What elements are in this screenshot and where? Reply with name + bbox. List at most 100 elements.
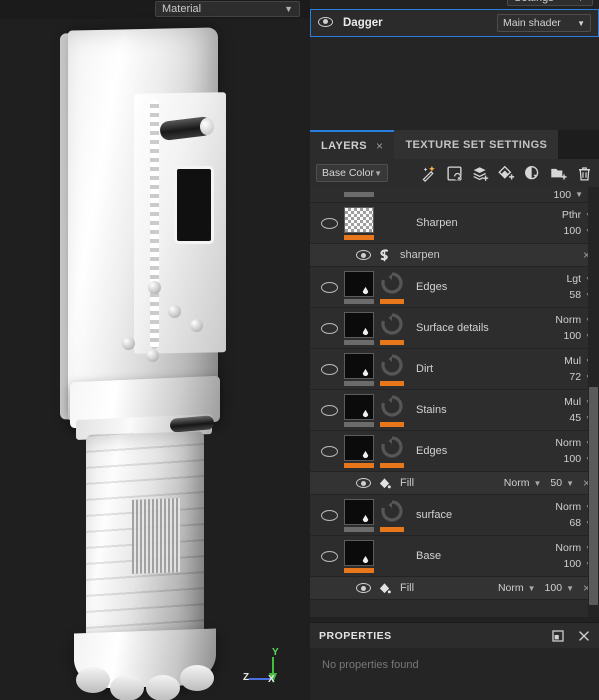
table-row[interactable]: Dirt Mul ▼ 72 ▼ — [310, 349, 599, 390]
smart-mask-icon[interactable] — [446, 165, 463, 182]
properties-body: No properties found — [310, 648, 599, 700]
eye-off-icon — [320, 217, 338, 229]
dock-icon[interactable] — [552, 629, 564, 642]
scrollbar-thumb[interactable] — [589, 387, 598, 605]
close-icon[interactable] — [578, 630, 590, 642]
mask-circle-icon — [381, 271, 403, 294]
delete-icon[interactable] — [576, 165, 593, 182]
magic-wand-icon[interactable] — [420, 165, 437, 182]
material-mode-dropdown[interactable]: Material ▼ — [155, 1, 300, 17]
layer-mask[interactable] — [380, 271, 408, 304]
chevron-down-icon: ▼ — [575, 0, 586, 6]
effect-blend-mode[interactable]: Norm ▼ — [498, 582, 536, 594]
effect-visibility-toggle[interactable] — [352, 250, 374, 260]
table-row[interactable]: Sharpen Pthr ▼ 100 ▼ — [310, 203, 599, 244]
add-layer-icon[interactable] — [472, 165, 489, 182]
effect-name[interactable]: sharpen — [394, 249, 583, 261]
layer-name[interactable]: surface — [412, 509, 535, 521]
layer-mask[interactable] — [380, 394, 408, 427]
layer-visibility-toggle[interactable] — [314, 217, 344, 229]
list-item[interactable]: sharpen × — [310, 244, 599, 267]
table-row[interactable]: surface Norm ▼ 68 ▼ — [310, 495, 599, 536]
table-row[interactable]: Edges Lgt ▼ 58 ▼ — [310, 267, 599, 308]
layer-thumb-bar — [344, 234, 374, 240]
eye-off-icon — [320, 509, 338, 521]
axis-gizmo[interactable]: Y Z X — [243, 647, 303, 700]
close-icon[interactable]: × — [376, 139, 383, 153]
layer-thumbnail[interactable] — [344, 498, 374, 532]
shader-dropdown[interactable]: Main shader ▼ — [497, 14, 591, 32]
texture-set-header[interactable]: Dagger Main shader ▼ — [310, 9, 599, 37]
layer-thumbnail[interactable] — [344, 352, 374, 386]
list-item[interactable]: Fill Norm ▼ 100 ▼ × — [310, 577, 599, 600]
layer-visibility-toggle[interactable] — [314, 281, 344, 293]
layer-mask[interactable] — [380, 499, 408, 532]
layer-visibility-toggle[interactable] — [314, 445, 344, 457]
layer-mask-bar — [380, 421, 404, 427]
axis-label-z: Z — [243, 672, 250, 683]
layer-visibility-toggle[interactable] — [314, 363, 344, 375]
3d-viewport[interactable]: Material ▼ Y Z X — [0, 0, 310, 700]
model-stud — [146, 349, 159, 362]
layer-name[interactable]: Dirt — [412, 363, 535, 375]
layer-list-scrollbar[interactable] — [588, 187, 599, 617]
layer-visibility-toggle[interactable] — [314, 509, 344, 521]
tab-layers[interactable]: LAYERS × — [310, 130, 395, 159]
mask-circle-icon — [381, 499, 403, 522]
layer-visibility-toggle[interactable] — [314, 404, 344, 416]
settings-dropdown[interactable]: Settings ▼ — [507, 0, 593, 6]
mask-circle-icon — [381, 435, 403, 458]
add-folder-icon[interactable] — [550, 165, 567, 182]
layer-mask[interactable] — [380, 353, 408, 386]
layer-name[interactable]: Sharpen — [412, 217, 535, 229]
model-grip-grille — [132, 498, 180, 574]
effect-name[interactable]: Fill — [394, 582, 498, 594]
viewport-canvas[interactable]: Y Z X — [0, 19, 310, 700]
eye-off-icon — [320, 281, 338, 293]
chevron-down-icon: ▼ — [527, 583, 536, 593]
add-adjustment-icon[interactable] — [524, 165, 541, 182]
layer-thumbnail[interactable] — [344, 270, 374, 304]
layer-thumbnail[interactable] — [344, 206, 374, 240]
layer-thumbnail[interactable] — [344, 311, 374, 345]
layer-name[interactable]: Base — [412, 550, 535, 562]
table-row[interactable]: Surface details Norm ▼ 100 ▼ — [310, 308, 599, 349]
layer-name[interactable]: Edges — [412, 445, 535, 457]
layer-opacity[interactable]: 100 — [554, 189, 572, 201]
layer-list[interactable]: 100 ▼ Sharpen Pthr ▼ — [310, 187, 599, 617]
layer-mask-bar — [380, 298, 404, 304]
layer-name[interactable]: Surface details — [412, 322, 535, 334]
layer-thumbnail[interactable] — [344, 434, 374, 468]
layer-name[interactable]: Stains — [412, 404, 535, 416]
effect-opacity[interactable]: 50 ▼ — [550, 477, 574, 489]
mask-circle-icon — [381, 394, 403, 417]
model-pommel-petal — [76, 667, 110, 693]
layer-name[interactable]: Edges — [412, 281, 535, 293]
channel-dropdown[interactable]: Base Color ▼ — [316, 164, 388, 182]
add-fill-layer-icon[interactable] — [498, 165, 515, 182]
effect-name[interactable]: Fill — [394, 477, 504, 489]
table-row[interactable]: Stains Mul ▼ 45 ▼ — [310, 390, 599, 431]
panel-tabs: LAYERS × TEXTURE SET SETTINGS — [310, 130, 599, 159]
effect-visibility-toggle[interactable] — [352, 583, 374, 593]
layer-thumb-bar — [344, 462, 374, 468]
layer-thumbnail[interactable] — [344, 393, 374, 427]
layer-mask[interactable] — [380, 312, 408, 345]
layer-mask[interactable] — [380, 435, 408, 468]
layer-visibility-toggle[interactable] — [314, 322, 344, 334]
layer-visibility-toggle[interactable] — [314, 550, 344, 562]
axis-label-y: Y — [272, 647, 279, 658]
list-item[interactable]: Fill Norm ▼ 50 ▼ × — [310, 472, 599, 495]
layer-thumbnail[interactable] — [344, 539, 374, 573]
chevron-down-icon[interactable]: ▼ — [575, 190, 583, 199]
table-row[interactable]: Edges Norm ▼ 100 ▼ — [310, 431, 599, 472]
tab-texture-set-settings[interactable]: TEXTURE SET SETTINGS — [394, 130, 559, 159]
effect-opacity[interactable]: 100 ▼ — [545, 582, 574, 594]
table-row[interactable]: Base Norm ▼ 100 ▼ — [310, 536, 599, 577]
effect-blend-mode[interactable]: Norm ▼ — [504, 477, 542, 489]
table-row[interactable]: 100 ▼ — [310, 187, 599, 203]
eye-icon[interactable] — [318, 16, 333, 30]
effect-visibility-toggle[interactable] — [352, 478, 374, 488]
paint-bucket-icon — [374, 582, 394, 595]
eye-off-icon — [320, 404, 338, 416]
